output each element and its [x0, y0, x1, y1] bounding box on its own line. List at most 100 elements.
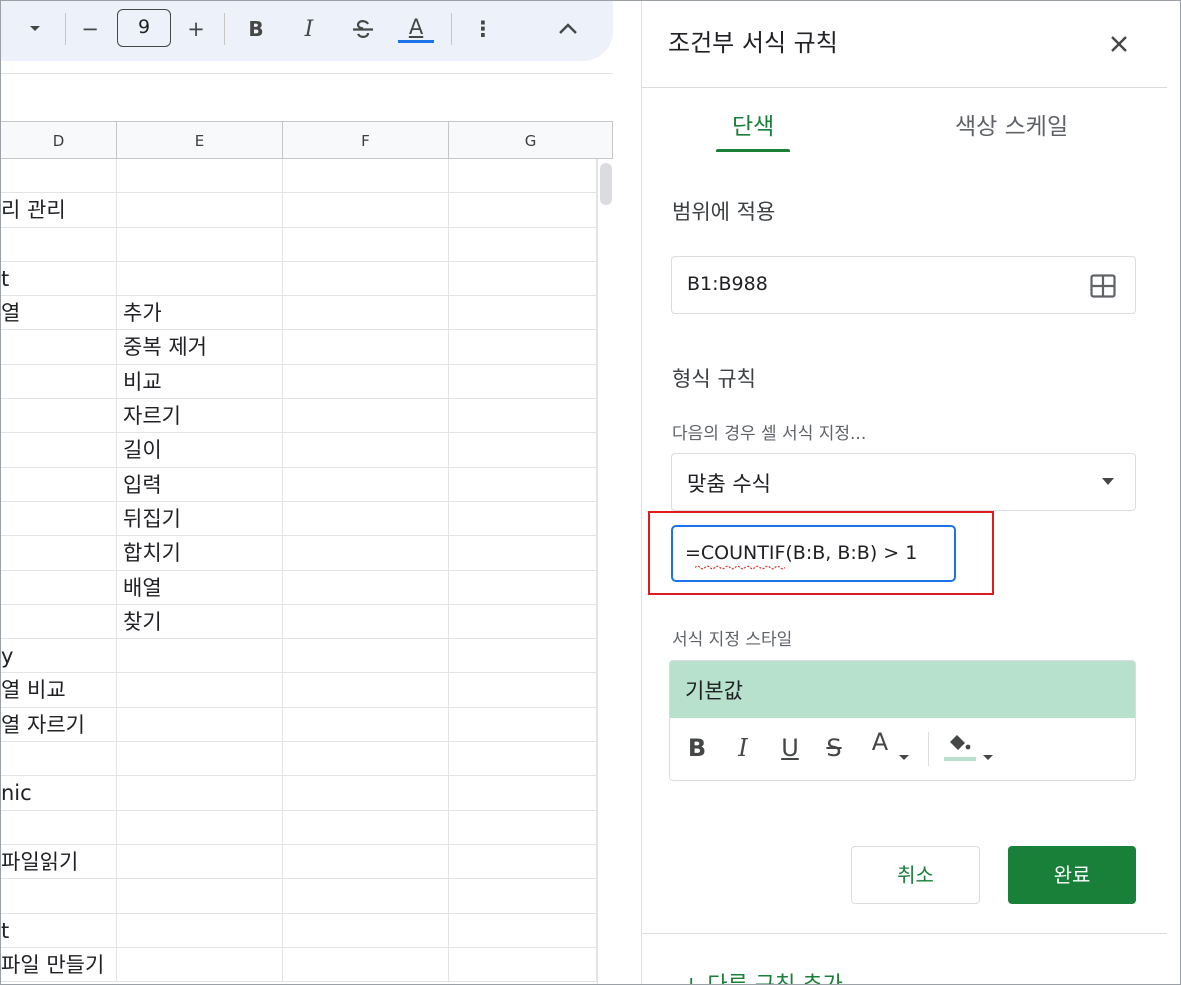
table-cell[interactable] — [449, 159, 597, 193]
table-cell[interactable] — [449, 330, 597, 364]
tab-color-scale[interactable]: 색상 스케일 — [955, 107, 1068, 141]
table-cell[interactable] — [449, 742, 597, 776]
table-cell[interactable] — [1, 467, 117, 501]
tab-single-color[interactable]: 단색 — [732, 107, 774, 141]
table-cell[interactable] — [1, 536, 117, 570]
table-cell[interactable]: 길이 — [117, 433, 283, 467]
font-size-input[interactable]: 9 — [117, 9, 171, 47]
bold-button[interactable]: B — [243, 14, 269, 44]
style-strikethrough-button[interactable]: S — [822, 734, 846, 764]
table-cell[interactable] — [117, 844, 283, 879]
table-cell[interactable]: t — [1, 913, 117, 947]
table-cell[interactable] — [117, 673, 283, 707]
table-cell[interactable]: 합치기 — [117, 536, 283, 570]
table-cell[interactable] — [117, 742, 283, 776]
condition-select[interactable]: 맞춤 수식 — [671, 453, 1136, 511]
table-cell[interactable] — [1, 433, 117, 467]
table-cell[interactable] — [117, 227, 283, 261]
table-cell[interactable]: 입력 — [117, 467, 283, 501]
increase-font-size-button[interactable]: + — [183, 14, 209, 44]
table-cell[interactable] — [449, 570, 597, 604]
table-cell[interactable] — [449, 639, 597, 673]
table-cell[interactable]: t — [1, 261, 117, 296]
table-cell[interactable] — [283, 707, 449, 742]
table-cell[interactable] — [1, 330, 117, 364]
table-cell[interactable] — [283, 467, 449, 501]
decrease-font-size-button[interactable]: − — [77, 14, 103, 44]
table-cell[interactable]: 중복 제거 — [117, 330, 283, 364]
table-cell[interactable] — [283, 844, 449, 879]
table-cell[interactable] — [117, 193, 283, 227]
table-cell[interactable]: 추가 — [117, 296, 283, 330]
table-cell[interactable] — [449, 399, 597, 433]
table-cell[interactable] — [449, 844, 597, 879]
table-cell[interactable] — [117, 810, 283, 844]
font-dropdown-caret-icon[interactable] — [23, 14, 47, 44]
table-cell[interactable]: 리 관리 — [1, 193, 117, 227]
table-cell[interactable] — [1, 227, 117, 261]
table-cell[interactable] — [1, 742, 117, 776]
table-cell[interactable] — [1, 159, 117, 193]
table-cell[interactable]: 열 비교 — [1, 673, 117, 707]
table-cell[interactable] — [449, 296, 597, 330]
column-header-e[interactable]: E — [117, 122, 283, 160]
style-italic-button[interactable]: I — [732, 734, 754, 764]
table-cell[interactable] — [283, 433, 449, 467]
table-cell[interactable] — [283, 399, 449, 433]
table-cell[interactable] — [283, 639, 449, 673]
range-input[interactable]: B1:B988 — [671, 256, 1136, 314]
table-cell[interactable] — [283, 261, 449, 296]
select-range-icon[interactable] — [1090, 274, 1116, 302]
table-cell[interactable] — [449, 433, 597, 467]
table-cell[interactable] — [449, 467, 597, 501]
table-cell[interactable] — [449, 947, 597, 982]
table-cell[interactable]: 뒤집기 — [117, 501, 283, 536]
collapse-toolbar-icon[interactable] — [553, 14, 583, 44]
style-text-color-button[interactable]: A — [868, 728, 892, 758]
table-cell[interactable] — [449, 193, 597, 227]
table-cell[interactable] — [283, 330, 449, 364]
table-cell[interactable] — [283, 159, 449, 193]
table-cell[interactable]: 열 자르기 — [1, 707, 117, 742]
table-cell[interactable]: nic — [1, 776, 117, 810]
scrollbar-thumb[interactable] — [600, 163, 612, 205]
table-cell[interactable]: 자르기 — [117, 399, 283, 433]
table-cell[interactable] — [117, 776, 283, 810]
table-cell[interactable] — [283, 227, 449, 261]
table-cell[interactable] — [283, 501, 449, 536]
table-cell[interactable] — [283, 913, 449, 947]
table-cell[interactable] — [449, 776, 597, 810]
table-cell[interactable]: 파일 만들기 — [1, 947, 117, 982]
table-cell[interactable] — [449, 673, 597, 707]
table-cell[interactable]: 배열 — [117, 570, 283, 604]
table-cell[interactable] — [283, 673, 449, 707]
table-cell[interactable] — [283, 879, 449, 913]
table-cell[interactable] — [283, 776, 449, 810]
more-options-button[interactable]: ⋮ — [471, 14, 495, 44]
style-preview[interactable]: 기본값 — [670, 661, 1135, 718]
table-cell[interactable] — [1, 604, 117, 639]
formula-bar[interactable] — [1, 73, 613, 121]
table-cell[interactable]: 찾기 — [117, 604, 283, 639]
custom-formula-input[interactable]: =COUNTIF(B:B, B:B) > 1 — [671, 525, 956, 582]
table-cell[interactable] — [449, 810, 597, 844]
column-header-d[interactable]: D — [1, 122, 117, 160]
table-cell[interactable] — [1, 879, 117, 913]
fill-color-icon[interactable] — [942, 730, 976, 761]
table-cell[interactable]: 열 — [1, 296, 117, 330]
style-bold-button[interactable]: B — [686, 734, 708, 764]
table-cell[interactable] — [449, 227, 597, 261]
table-cell[interactable] — [283, 364, 449, 399]
table-cell[interactable] — [283, 604, 449, 639]
table-cell[interactable] — [117, 879, 283, 913]
table-cell[interactable] — [283, 536, 449, 570]
table-cell[interactable] — [449, 604, 597, 639]
table-cell[interactable] — [1, 570, 117, 604]
table-cell[interactable] — [117, 159, 283, 193]
strikethrough-icon[interactable] — [348, 14, 378, 44]
table-cell[interactable] — [449, 364, 597, 399]
table-cell[interactable] — [449, 536, 597, 570]
table-cell[interactable]: y — [1, 639, 117, 673]
table-cell[interactable]: 파일읽기 — [1, 844, 117, 879]
table-cell[interactable] — [283, 947, 449, 982]
